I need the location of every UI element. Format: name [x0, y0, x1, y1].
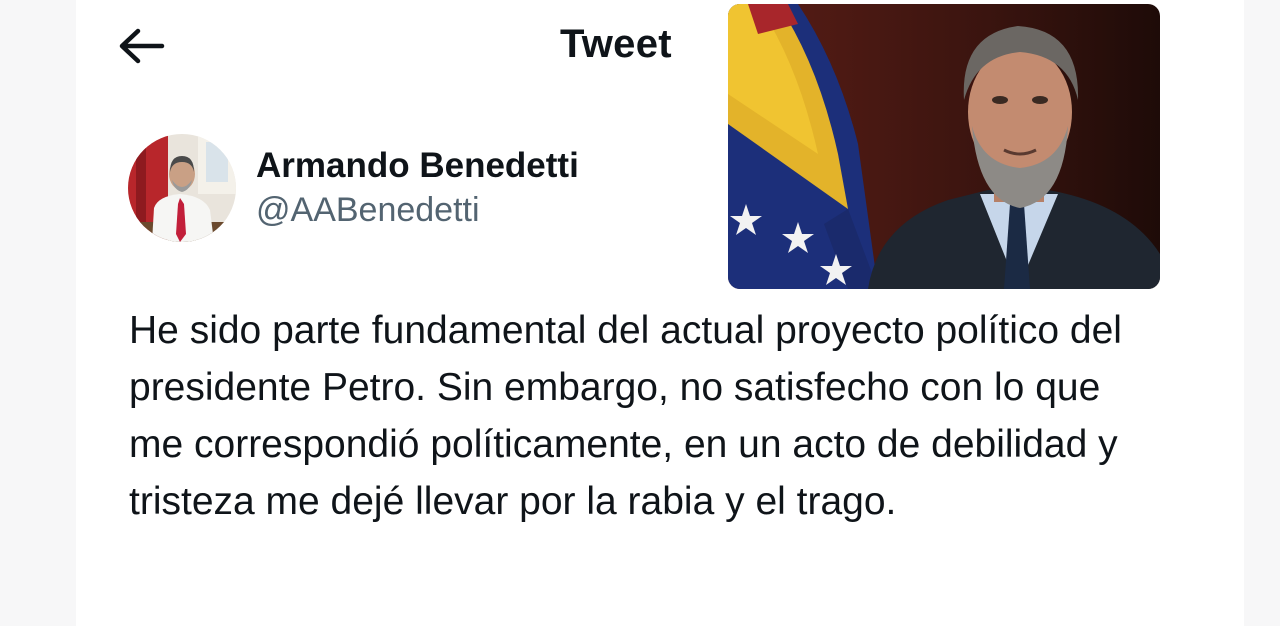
avatar[interactable] [128, 134, 236, 242]
author-name[interactable]: Armando Benedetti [256, 146, 579, 186]
author-handle[interactable]: @AABenedetti [256, 191, 480, 230]
tweet-text: He sido parte fundamental del actual pro… [129, 309, 1122, 523]
page-title: Tweet [560, 22, 672, 66]
arrow-left-icon [119, 28, 165, 64]
author-photo [728, 4, 1160, 289]
back-button[interactable] [114, 24, 168, 68]
